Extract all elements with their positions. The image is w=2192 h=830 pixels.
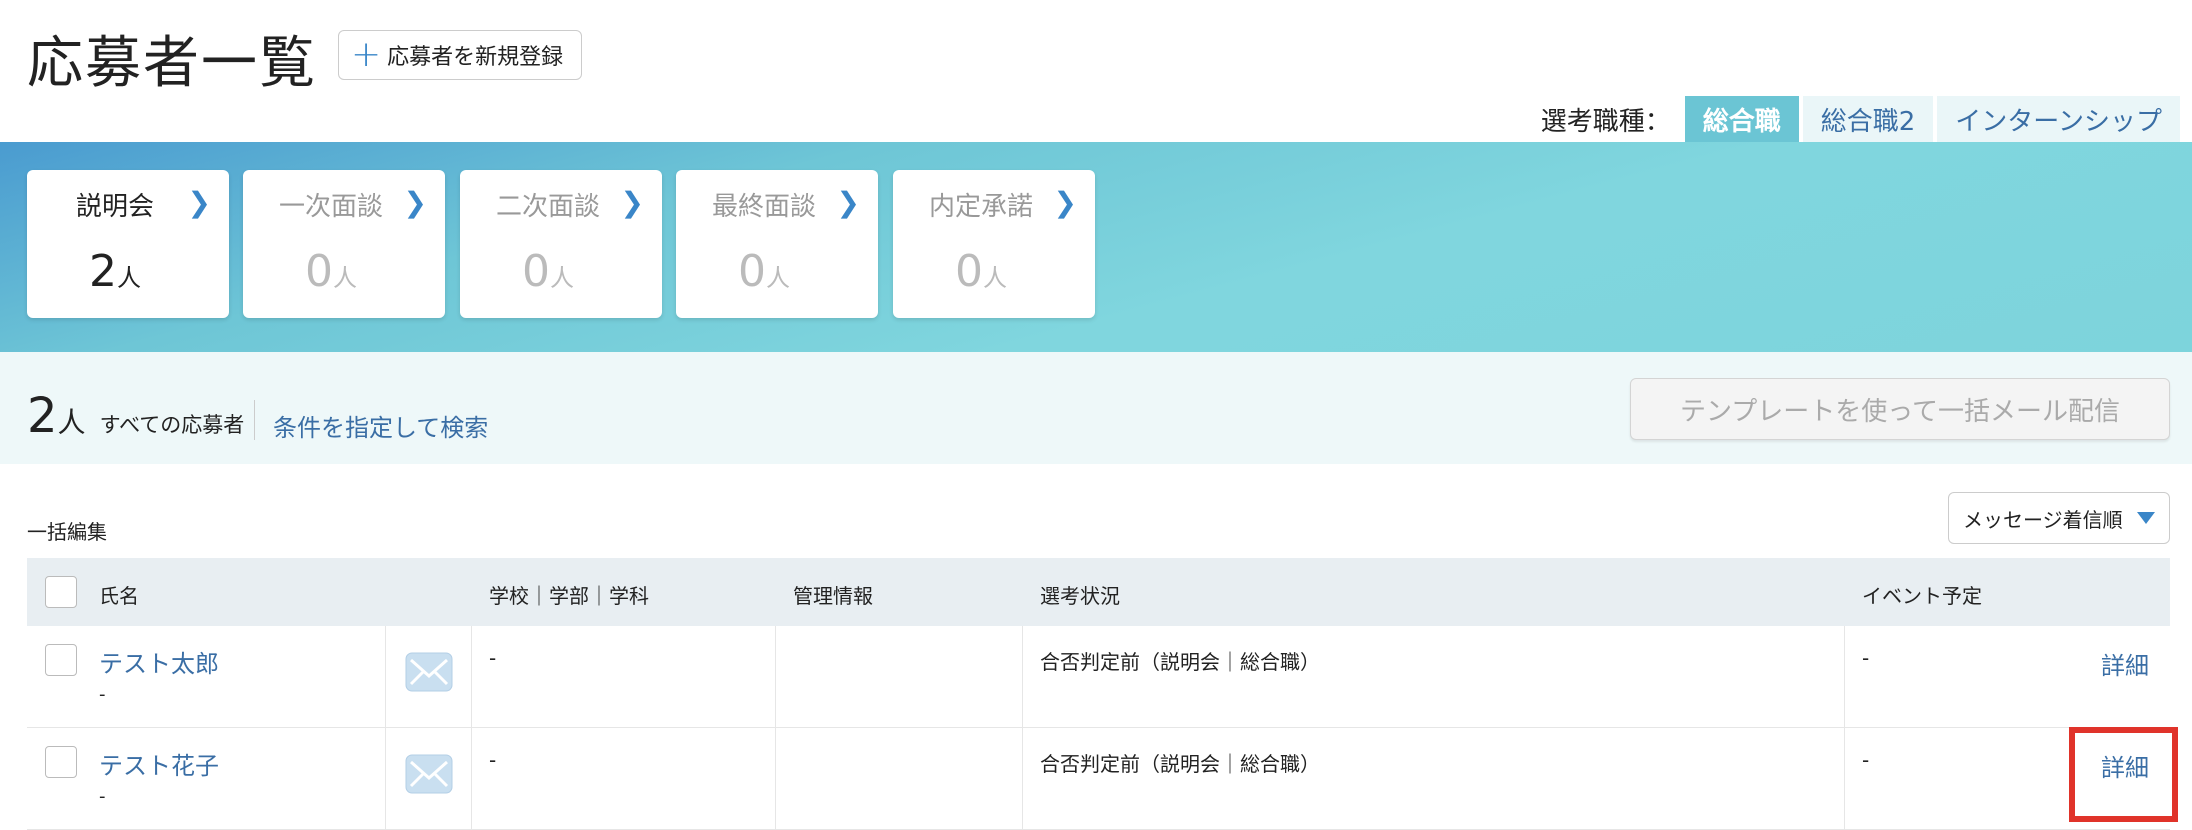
job-type-tab-internship[interactable]: インターンシップ [1937, 96, 2180, 142]
sort-selected-value: メッセージ着信順 [1963, 507, 2123, 532]
chevron-right-icon: ❯ [1053, 186, 1077, 219]
chevron-right-icon: ❯ [836, 186, 860, 219]
cell-divider [775, 626, 776, 728]
cell-divider [471, 626, 472, 728]
stage-count: 2人 [89, 246, 141, 297]
job-type-tab-general[interactable]: 総合職 [1684, 96, 1799, 142]
table-row: テスト太郎 - - 合否判定前（説明会｜総合職） - 詳細 [27, 626, 2170, 728]
total-applicants: 2 人 すべての応募者 [27, 388, 244, 444]
chevron-right-icon: ❯ [403, 186, 427, 219]
status-cell: 合否判定前（説明会｜総合職） [1040, 752, 1320, 776]
bulk-edit-label[interactable]: 一括編集 [27, 516, 107, 545]
stage-name: 最終面談 [711, 192, 816, 222]
job-type-selector: 選考職種： 総合職 総合職2 インターンシップ [1541, 96, 2180, 142]
applicant-name-link[interactable]: テスト花子 [99, 746, 219, 781]
detail-link[interactable]: 詳細 [2101, 748, 2149, 783]
cell-divider [385, 728, 386, 830]
event-cell: - [1862, 646, 1870, 670]
mail-icon[interactable] [405, 652, 453, 692]
stage-count: 0人 [522, 246, 574, 297]
cell-divider [385, 626, 386, 728]
total-unit: 人 [57, 406, 86, 439]
chevron-right-icon: ❯ [187, 186, 211, 219]
column-header-event: イベント予定 [1862, 584, 1982, 608]
select-all-checkbox[interactable] [45, 576, 77, 608]
job-type-tab-general2[interactable]: 総合職2 [1802, 96, 1934, 142]
advanced-search-link[interactable]: 条件を指定して検索 [273, 408, 488, 443]
divider [254, 400, 255, 440]
bulk-mail-button[interactable]: テンプレートを使って一括メール配信 [1630, 378, 2170, 440]
stage-name: 内定承諾 [928, 192, 1033, 222]
status-cell: 合否判定前（説明会｜総合職） [1040, 650, 1320, 674]
stage-card-second-interview[interactable]: 二次面談 ❯ 0人 [460, 170, 662, 318]
stage-card-offer-accepted[interactable]: 内定承諾 ❯ 0人 [893, 170, 1095, 318]
sort-select[interactable]: メッセージ着信順 [1948, 492, 2170, 544]
event-cell: - [1862, 748, 1870, 772]
stage-count: 0人 [305, 246, 357, 297]
school-cell: - [489, 748, 497, 772]
add-applicant-button[interactable]: + 応募者を新規登録 [338, 30, 583, 80]
school-cell: - [489, 646, 497, 670]
applicant-sub-info: - [99, 786, 106, 807]
cell-divider [775, 728, 776, 830]
page-title: 応募者一覧 [27, 31, 317, 96]
chevron-right-icon: ❯ [620, 186, 644, 219]
column-header-status: 選考状況 [1040, 584, 1120, 608]
column-header-name: 氏名 [99, 584, 139, 608]
stage-card-first-interview[interactable]: 一次面談 ❯ 0人 [243, 170, 445, 318]
add-applicant-label: 応募者を新規登録 [387, 45, 564, 70]
stage-name: 説明会 [75, 192, 154, 222]
applicant-name-link[interactable]: テスト太郎 [99, 644, 219, 679]
page-header: 応募者一覧 + 応募者を新規登録 選考職種： 総合職 総合職2 インターンシップ [0, 0, 2192, 142]
stage-name: 一次面談 [278, 192, 383, 222]
applicant-summary: 2 人 すべての応募者 条件を指定して検索 テンプレートを使って一括メール配信 [0, 352, 2192, 464]
chevron-down-icon [2137, 512, 2155, 524]
stage-count: 0人 [955, 246, 1007, 297]
stage-card-briefing[interactable]: 説明会 ❯ 2人 [27, 170, 229, 318]
job-type-label: 選考職種： [1540, 106, 1671, 137]
stage-card-final-interview[interactable]: 最終面談 ❯ 0人 [676, 170, 878, 318]
cell-divider [471, 728, 472, 830]
total-count: 2 [27, 388, 58, 444]
cell-divider [1844, 728, 1845, 830]
row-checkbox[interactable] [45, 644, 77, 676]
table-header: 氏名 学校｜学部｜学科 管理情報 選考状況 イベント予定 [27, 558, 2170, 626]
applicant-sub-info: - [99, 684, 106, 705]
table-row: テスト花子 - - 合否判定前（説明会｜総合職） - 詳細 [27, 728, 2170, 830]
row-checkbox[interactable] [45, 746, 77, 778]
selection-pipeline: 説明会 ❯ 2人 一次面談 ❯ 0人 二次面談 ❯ 0人 最終面談 ❯ 0人 内… [0, 142, 2192, 352]
cell-divider [1844, 626, 1845, 728]
cell-divider [1022, 728, 1023, 830]
cell-divider [1022, 626, 1023, 728]
detail-link[interactable]: 詳細 [2101, 646, 2149, 681]
stage-name: 二次面談 [495, 192, 600, 222]
column-header-admin: 管理情報 [793, 584, 873, 608]
plus-icon: + [351, 34, 382, 75]
total-label: すべての応募者 [99, 413, 245, 437]
stage-count: 0人 [738, 246, 790, 297]
column-header-school: 学校｜学部｜学科 [489, 584, 649, 608]
mail-icon[interactable] [405, 754, 453, 794]
